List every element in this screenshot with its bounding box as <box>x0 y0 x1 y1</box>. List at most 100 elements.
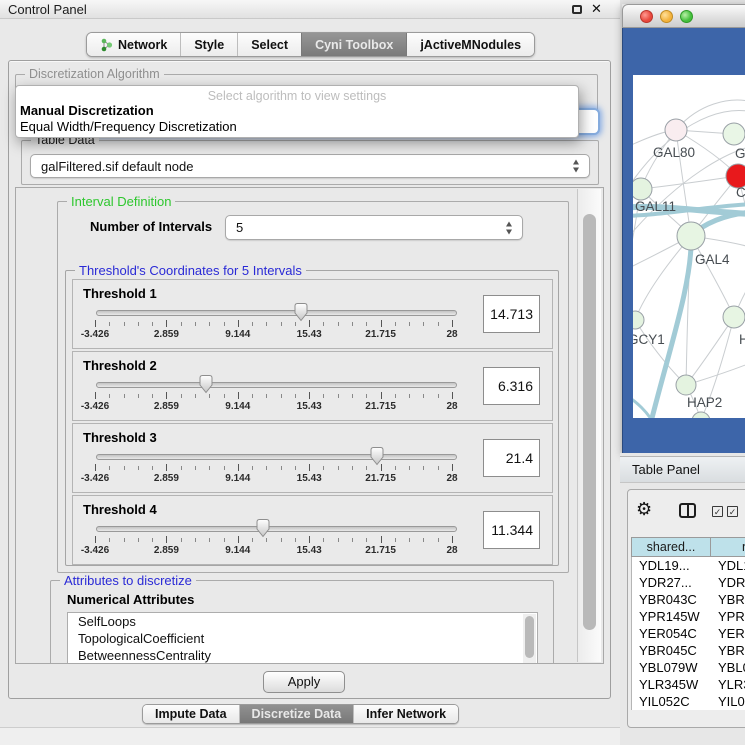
table-data-group: Table Data galFiltered.sif default node <box>21 140 599 185</box>
tick-label: 2.859 <box>138 473 194 484</box>
tick-mark <box>381 392 382 399</box>
tick-label: 21.715 <box>353 401 409 412</box>
tick-label: -3.426 <box>67 401 123 412</box>
number-of-intervals-combobox[interactable]: 5 <box>225 215 523 240</box>
tick-mark <box>352 322 353 326</box>
attribute-item-selfloops[interactable]: SelfLoops <box>68 613 537 630</box>
column-header-n[interactable]: n <box>710 537 745 557</box>
gear-icon[interactable]: ⚙ <box>636 499 652 519</box>
tick-mark <box>166 464 167 471</box>
threshold-value-field[interactable]: 21.4 <box>483 439 540 477</box>
slider-thumb[interactable] <box>255 518 271 538</box>
panel-scrollbar[interactable] <box>577 189 601 662</box>
tab-style[interactable]: Style <box>180 33 237 56</box>
column-header-shared[interactable]: shared... <box>631 537 711 557</box>
svg-text:GAL11: GAL11 <box>635 199 676 214</box>
tick-mark <box>109 322 110 326</box>
control-panel-window: Control Panel ✕ Network Style Select Cyni T… <box>0 0 620 745</box>
threshold-item-2: Threshold 2-3.4262.8599.14415.4321.71528… <box>72 351 553 421</box>
close-icon[interactable]: ✕ <box>591 1 602 17</box>
list-scrollbar[interactable] <box>523 614 536 664</box>
threshold-value-field[interactable]: 6.316 <box>483 367 540 405</box>
threshold-item-4: Threshold 4-3.4262.8599.14415.4321.71528… <box>72 495 553 565</box>
table-row[interactable]: YER054CYER0 <box>632 625 745 642</box>
attribute-item-betweennesscentrality[interactable]: BetweennessCentrality <box>68 647 537 664</box>
tick-mark <box>209 538 210 542</box>
tick-mark <box>395 466 396 470</box>
tab-infer-network[interactable]: Infer Network <box>353 705 458 723</box>
tick-mark <box>352 466 353 470</box>
table-row[interactable]: YBL079WYBL0 <box>632 659 745 676</box>
tick-mark <box>238 320 239 327</box>
tab-select[interactable]: Select <box>237 33 301 56</box>
table-row[interactable]: YDR27...YDR2 <box>632 574 745 591</box>
numerical-attributes-list[interactable]: SelfLoopsTopologicalCoefficientBetweenne… <box>67 612 538 664</box>
slider-track[interactable] <box>96 310 457 316</box>
tab-network[interactable]: Network <box>87 33 180 56</box>
list-scrollbar-thumb[interactable] <box>525 616 534 658</box>
columns-icon[interactable] <box>679 503 696 518</box>
tick-mark <box>338 466 339 470</box>
tick-mark <box>138 394 139 398</box>
tick-mark <box>152 538 153 542</box>
slider-track[interactable] <box>96 454 457 460</box>
table-row[interactable]: YLR345WYLR3 <box>632 676 745 693</box>
tick-mark <box>95 536 96 543</box>
close-traffic-light-icon[interactable] <box>640 10 653 23</box>
zoom-traffic-light-icon[interactable] <box>680 10 693 23</box>
tick-label: 21.715 <box>353 545 409 556</box>
table-cell: YBL079W <box>632 659 712 676</box>
tick-label: 28 <box>424 329 480 340</box>
tick-mark <box>124 466 125 470</box>
table-row[interactable]: YPR145WYPR1 <box>632 608 745 625</box>
table-data-combobox[interactable]: galFiltered.sif default node <box>30 154 590 178</box>
control-panel-titlebar: Control Panel ✕ <box>0 0 620 19</box>
table-row[interactable]: YIL052CYIL0 <box>632 693 745 710</box>
tick-mark <box>452 464 453 471</box>
tick-mark <box>352 394 353 398</box>
algorithm-option-equal-width-frequency-discretization[interactable]: Equal Width/Frequency Discretization <box>16 119 578 135</box>
table-panel-body: ⚙ ✓ ✓ shared...n YDL19...YDL1YDR27...YDR… <box>627 489 745 728</box>
float-window-icon[interactable] <box>572 5 582 14</box>
tab-label: Style <box>194 38 224 52</box>
tab-cyni-toolbox[interactable]: Cyni Toolbox <box>301 33 406 56</box>
slider-thumb[interactable] <box>293 302 309 322</box>
slider-track[interactable] <box>96 526 457 532</box>
tick-mark <box>166 320 167 327</box>
apply-button[interactable]: Apply <box>263 671 345 693</box>
tick-mark <box>252 394 253 398</box>
svg-text:GA: GA <box>735 146 745 161</box>
table-cell: YBR045C <box>632 642 712 659</box>
table-cell: YBR0 <box>712 591 745 608</box>
table-row[interactable]: YBR045CYBR0 <box>632 642 745 659</box>
attribute-item-topologicalcoefficient[interactable]: TopologicalCoefficient <box>68 630 537 647</box>
panel-scrollbar-thumb[interactable] <box>583 214 596 630</box>
table-cell: YDR2 <box>712 574 745 591</box>
threshold-label: Threshold 3 <box>83 430 157 445</box>
network-window-titlebar[interactable] <box>622 4 745 28</box>
minimize-traffic-light-icon[interactable] <box>660 10 673 23</box>
slider-thumb[interactable] <box>369 446 385 466</box>
slider-thumb[interactable] <box>198 374 214 394</box>
tab-label: Select <box>251 38 288 52</box>
tab-impute-data[interactable]: Impute Data <box>143 705 239 723</box>
tick-mark <box>409 538 410 542</box>
network-canvas[interactable]: GAL80GACGAL11GAL4GCY1HHAP2 <box>633 75 745 418</box>
slider-track[interactable] <box>96 382 457 388</box>
table-row[interactable]: YDL19...YDL1 <box>632 557 745 574</box>
threshold-value-field[interactable]: 11.344 <box>483 511 540 549</box>
tab-jactivemnodules[interactable]: jActiveMNodules <box>406 33 534 56</box>
tick-label: 2.859 <box>138 545 194 556</box>
checkbox-icon[interactable]: ✓ <box>727 506 738 517</box>
network-graph: GAL80GACGAL11GAL4GCY1HHAP2 <box>633 75 745 418</box>
table-row[interactable]: YBR043CYBR0 <box>632 591 745 608</box>
threshold-label: Threshold 4 <box>83 502 157 517</box>
threshold-value-field[interactable]: 14.713 <box>483 295 540 333</box>
tick-mark <box>224 394 225 398</box>
tick-mark <box>238 536 239 543</box>
tick-mark <box>124 538 125 542</box>
tick-label: -3.426 <box>67 473 123 484</box>
checkbox-icon[interactable]: ✓ <box>712 506 723 517</box>
algorithm-option-manual-discretization[interactable]: Manual Discretization <box>16 103 578 119</box>
tab-discretize-data[interactable]: Discretize Data <box>239 705 354 723</box>
